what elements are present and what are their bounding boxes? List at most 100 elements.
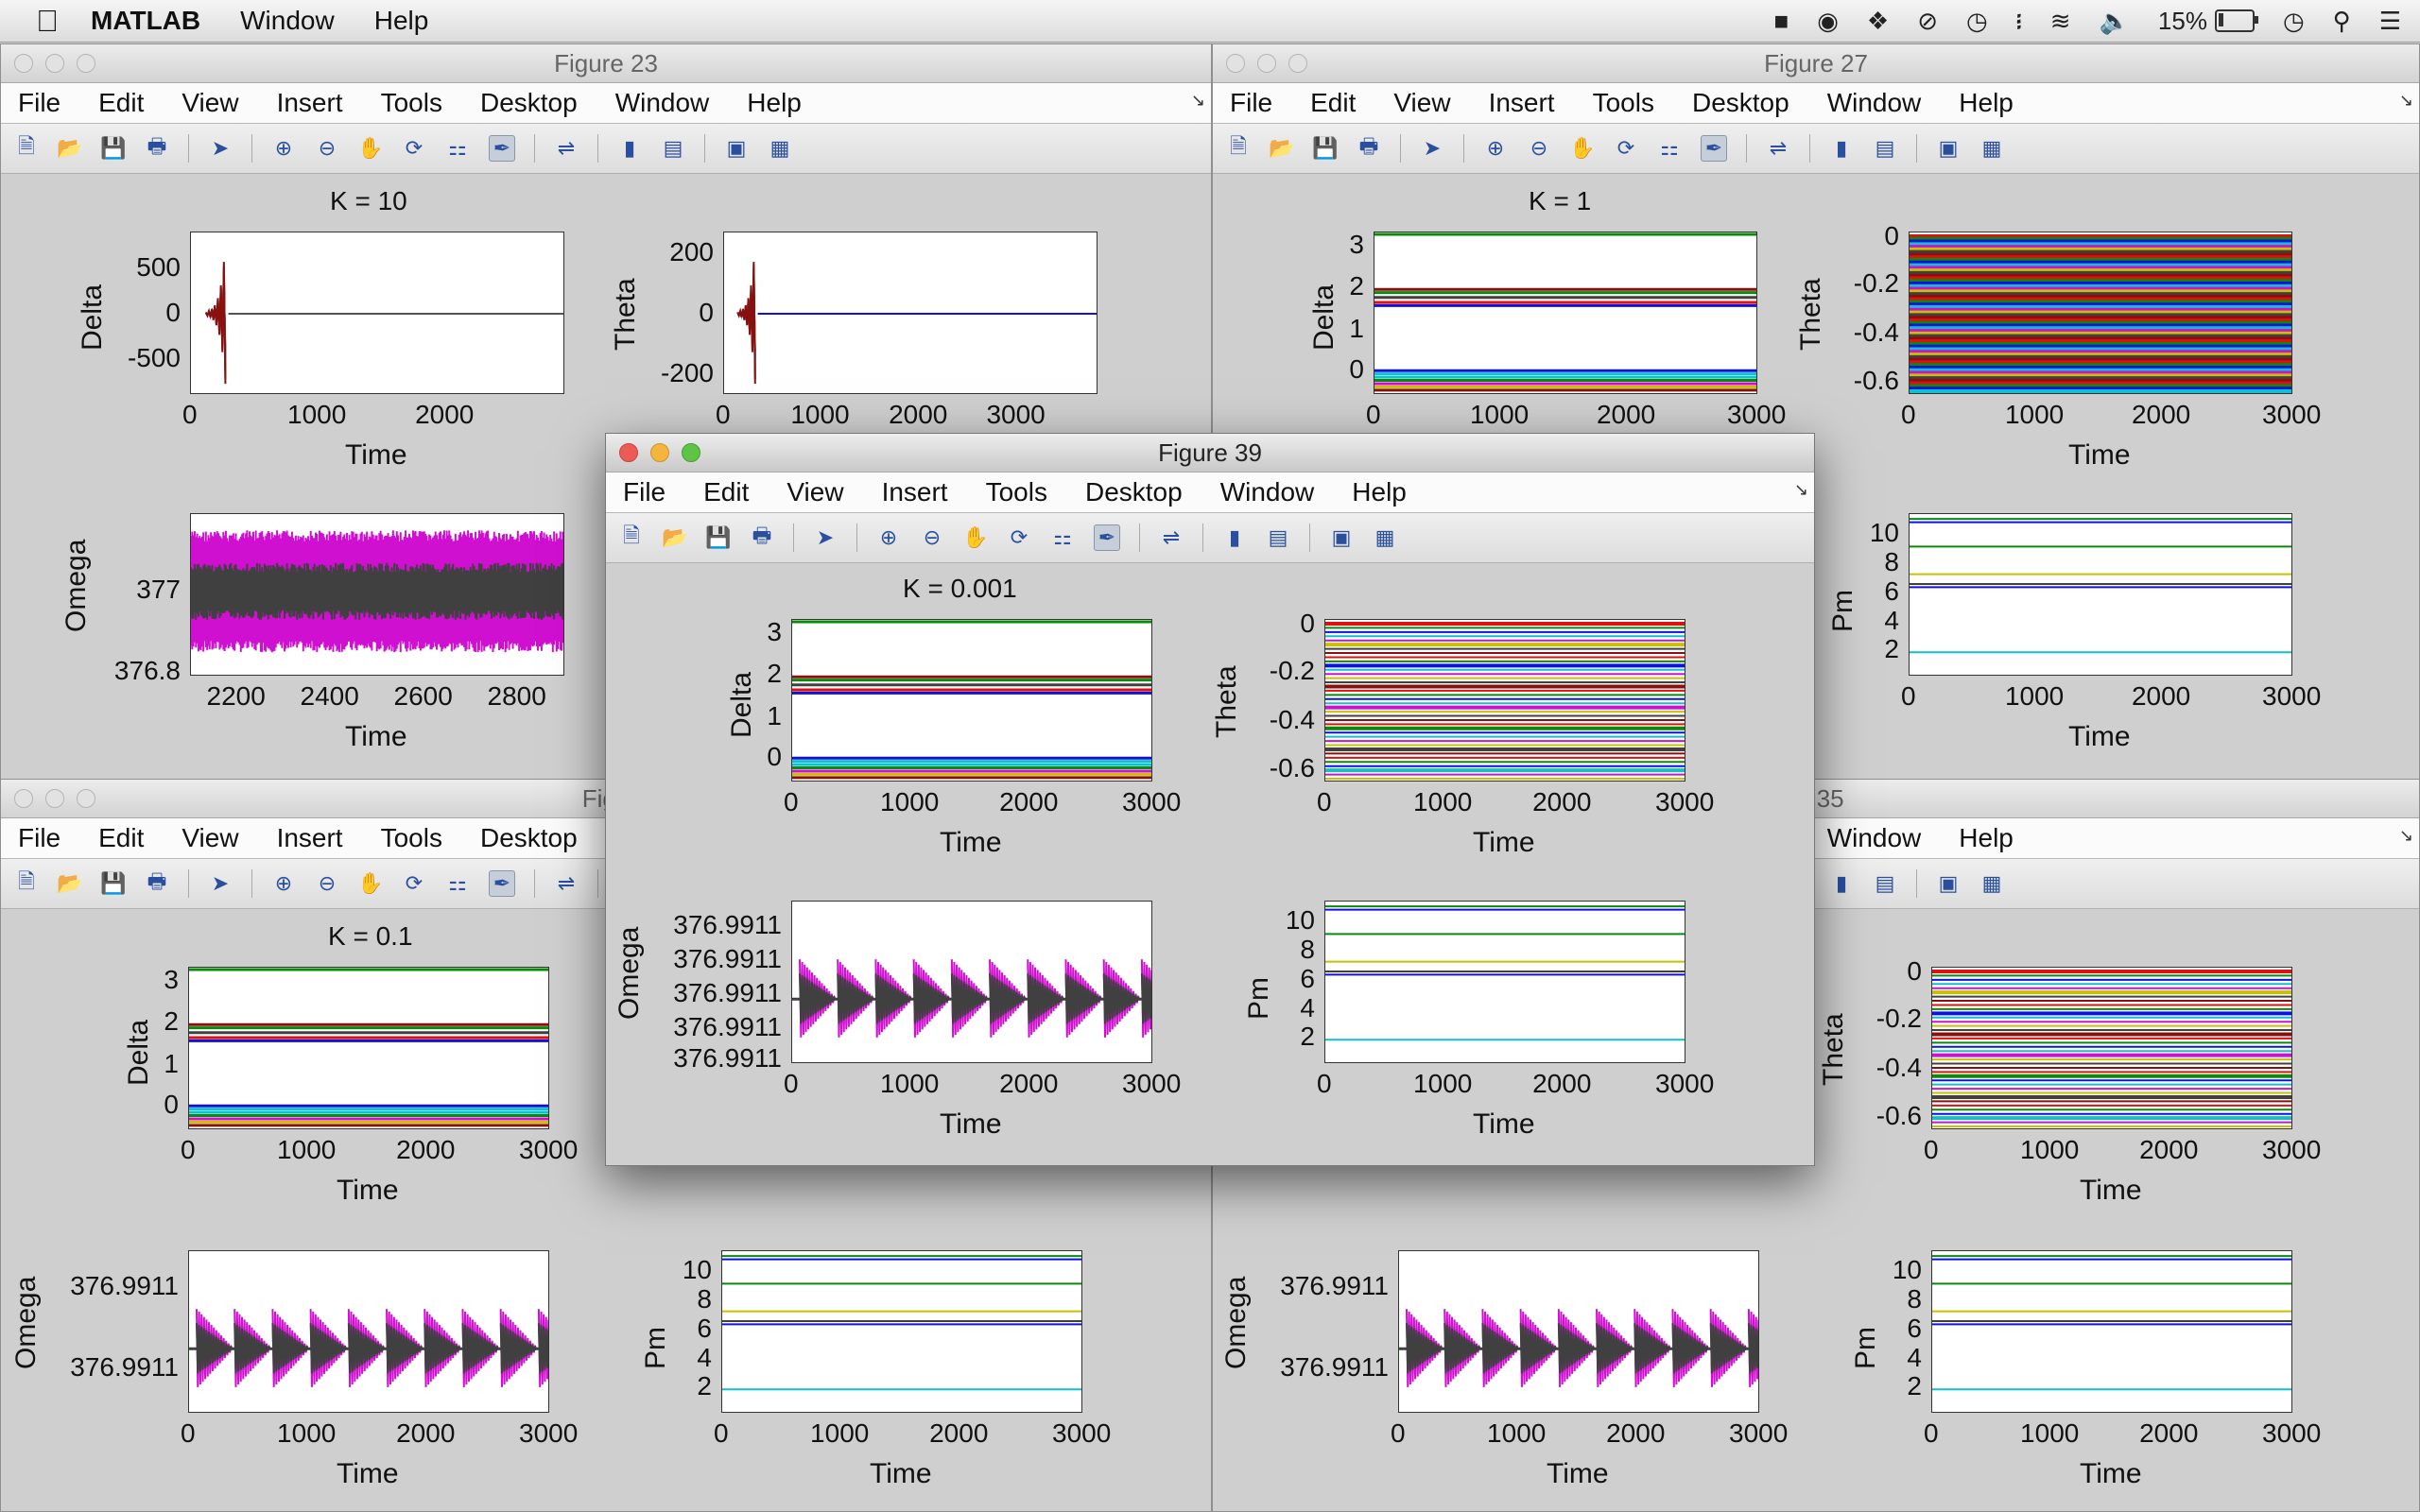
colorbar-icon[interactable]: ▮ bbox=[1829, 136, 1854, 161]
figure-menu-insert[interactable]: Insert bbox=[277, 88, 343, 118]
axes-fig39-pm[interactable] bbox=[1324, 901, 1685, 1063]
new-figure-icon[interactable]: 🗎 bbox=[619, 524, 644, 550]
rotate-3d-icon[interactable]: ⟳ bbox=[402, 136, 426, 161]
edit-plot-arrow-icon[interactable]: ➤ bbox=[208, 871, 233, 896]
axes-fig39-theta[interactable] bbox=[1324, 619, 1685, 782]
open-file-icon[interactable]: 📂 bbox=[1269, 136, 1294, 161]
figure-menu-file[interactable]: File bbox=[1230, 88, 1272, 118]
volume-icon[interactable]: 🔈 bbox=[2100, 7, 2130, 36]
clock-icon[interactable]: ◷ bbox=[2283, 7, 2305, 36]
app-menu-matlab[interactable]: MATLAB bbox=[91, 6, 200, 36]
save-icon[interactable]: 💾 bbox=[705, 525, 731, 550]
zoom-out-icon[interactable]: ⊖ bbox=[315, 871, 339, 896]
figure-menu-help[interactable]: Help bbox=[1959, 88, 2014, 118]
close-window-button[interactable] bbox=[619, 443, 638, 462]
axes-figbr-theta[interactable] bbox=[1931, 967, 2292, 1129]
pan-hand-icon[interactable]: ✋ bbox=[357, 871, 383, 896]
figure-menu-tools[interactable]: Tools bbox=[1593, 88, 1654, 118]
axes-fig23-theta[interactable] bbox=[723, 232, 1098, 394]
figure-menu-insert[interactable]: Insert bbox=[882, 477, 948, 507]
figure-menu-view[interactable]: View bbox=[182, 88, 238, 118]
pan-hand-icon[interactable]: ✋ bbox=[357, 136, 383, 161]
data-cursor-icon[interactable]: ⚏ bbox=[1657, 136, 1682, 161]
notification-center-icon[interactable]: ☰ bbox=[2379, 7, 2401, 36]
zoom-out-icon[interactable]: ⊖ bbox=[920, 525, 944, 550]
show-plot-tools-icon[interactable]: ▦ bbox=[1373, 525, 1397, 550]
minimize-window-button[interactable] bbox=[650, 443, 669, 462]
figure-menu-edit[interactable]: Edit bbox=[1310, 88, 1356, 118]
minimize-window-button[interactable] bbox=[45, 789, 64, 808]
pan-hand-icon[interactable]: ✋ bbox=[1569, 136, 1595, 161]
figure-menu-desktop[interactable]: Desktop bbox=[480, 88, 578, 118]
zoom-out-icon[interactable]: ⊖ bbox=[1527, 136, 1551, 161]
zoom-in-icon[interactable]: ⊕ bbox=[271, 136, 296, 161]
do-not-disturb-icon[interactable]: ⊘ bbox=[1917, 7, 1938, 36]
axes-fig27-delta[interactable] bbox=[1374, 232, 1757, 394]
battery-indicator[interactable]: 15% bbox=[2158, 7, 2258, 36]
figure-menu-help[interactable]: Help bbox=[1959, 823, 2014, 853]
show-plot-tools-icon[interactable]: ▦ bbox=[1979, 871, 2004, 896]
hide-plot-tools-icon[interactable]: ▣ bbox=[1936, 871, 1961, 896]
figure-menu-view[interactable]: View bbox=[786, 477, 843, 507]
figure-menu-insert[interactable]: Insert bbox=[1489, 88, 1555, 118]
bluetooth-icon[interactable]: ᎒ bbox=[2016, 5, 2022, 38]
dock-figure-icon[interactable]: ↘ bbox=[1794, 480, 1808, 500]
time-machine-icon[interactable]: ◷ bbox=[1966, 7, 1988, 36]
legend-icon[interactable]: ▤ bbox=[1266, 525, 1290, 550]
zoom-out-icon[interactable]: ⊖ bbox=[315, 136, 339, 161]
figure-menu-tools[interactable]: Tools bbox=[381, 823, 442, 853]
zoom-window-button[interactable] bbox=[77, 789, 95, 808]
spotlight-search-icon[interactable]: ⚲ bbox=[2333, 7, 2351, 36]
colorbar-icon[interactable]: ▮ bbox=[1222, 525, 1247, 550]
link-plot-icon[interactable]: ⇌ bbox=[1159, 525, 1184, 550]
print-icon[interactable]: 🖶 bbox=[145, 134, 169, 161]
axes-figbr-omega[interactable] bbox=[1398, 1250, 1759, 1413]
close-window-button[interactable] bbox=[1226, 54, 1245, 73]
window-title-bar[interactable]: Figure 39 bbox=[606, 434, 1814, 472]
colorbar-icon[interactable]: ▮ bbox=[617, 136, 642, 161]
axes-fig39-omega[interactable] bbox=[791, 901, 1152, 1063]
figure-menu-insert[interactable]: Insert bbox=[277, 823, 343, 853]
axes-fig27-pm[interactable] bbox=[1909, 513, 2292, 676]
dropbox-icon[interactable]: ❖ bbox=[1867, 7, 1889, 36]
colorbar-icon[interactable]: ▮ bbox=[1829, 871, 1854, 896]
minimize-window-button[interactable] bbox=[1257, 54, 1276, 73]
brush-icon[interactable]: ✒ bbox=[1701, 135, 1727, 162]
dock-figure-icon[interactable]: ↘ bbox=[1191, 91, 1205, 111]
zoom-in-icon[interactable]: ⊕ bbox=[876, 525, 901, 550]
menu-window[interactable]: Window bbox=[240, 6, 335, 36]
dock-figure-icon[interactable]: ↘ bbox=[2399, 91, 2413, 111]
figure-menu-tools[interactable]: Tools bbox=[986, 477, 1047, 507]
print-icon[interactable]: 🖶 bbox=[145, 869, 169, 896]
apple-menu-icon[interactable]:  bbox=[36, 4, 59, 39]
figure-menu-view[interactable]: View bbox=[182, 823, 238, 853]
figure-menu-desktop[interactable]: Desktop bbox=[1085, 477, 1183, 507]
data-cursor-icon[interactable]: ⚏ bbox=[1050, 525, 1075, 550]
axes-figbr-pm[interactable] bbox=[1931, 1250, 2292, 1413]
legend-icon[interactable]: ▤ bbox=[661, 136, 685, 161]
link-plot-icon[interactable]: ⇌ bbox=[554, 136, 579, 161]
rotate-3d-icon[interactable]: ⟳ bbox=[1007, 525, 1031, 550]
open-file-icon[interactable]: 📂 bbox=[57, 136, 82, 161]
data-cursor-icon[interactable]: ⚏ bbox=[445, 136, 470, 161]
legend-icon[interactable]: ▤ bbox=[1873, 136, 1897, 161]
figure-menu-desktop[interactable]: Desktop bbox=[480, 823, 578, 853]
brush-icon[interactable]: ✒ bbox=[489, 870, 515, 897]
show-plot-tools-icon[interactable]: ▦ bbox=[768, 136, 792, 161]
link-plot-icon[interactable]: ⇌ bbox=[1766, 136, 1790, 161]
edit-plot-arrow-icon[interactable]: ➤ bbox=[208, 136, 233, 161]
hide-plot-tools-icon[interactable]: ▣ bbox=[1329, 525, 1354, 550]
hide-plot-tools-icon[interactable]: ▣ bbox=[724, 136, 749, 161]
zoom-in-icon[interactable]: ⊕ bbox=[1483, 136, 1508, 161]
new-figure-icon[interactable]: 🗎 bbox=[14, 869, 39, 896]
figure-menu-file[interactable]: File bbox=[18, 88, 60, 118]
new-figure-icon[interactable]: 🗎 bbox=[1226, 134, 1251, 161]
save-icon[interactable]: 💾 bbox=[100, 136, 126, 161]
axes-fig23-omega[interactable] bbox=[190, 513, 564, 676]
zoom-window-button[interactable] bbox=[1288, 54, 1307, 73]
figure-menu-desktop[interactable]: Desktop bbox=[1692, 88, 1789, 118]
figure-menu-view[interactable]: View bbox=[1393, 88, 1450, 118]
close-window-button[interactable] bbox=[14, 54, 33, 73]
link-plot-icon[interactable]: ⇌ bbox=[554, 871, 579, 896]
axes-figbl-pm[interactable] bbox=[721, 1250, 1082, 1413]
